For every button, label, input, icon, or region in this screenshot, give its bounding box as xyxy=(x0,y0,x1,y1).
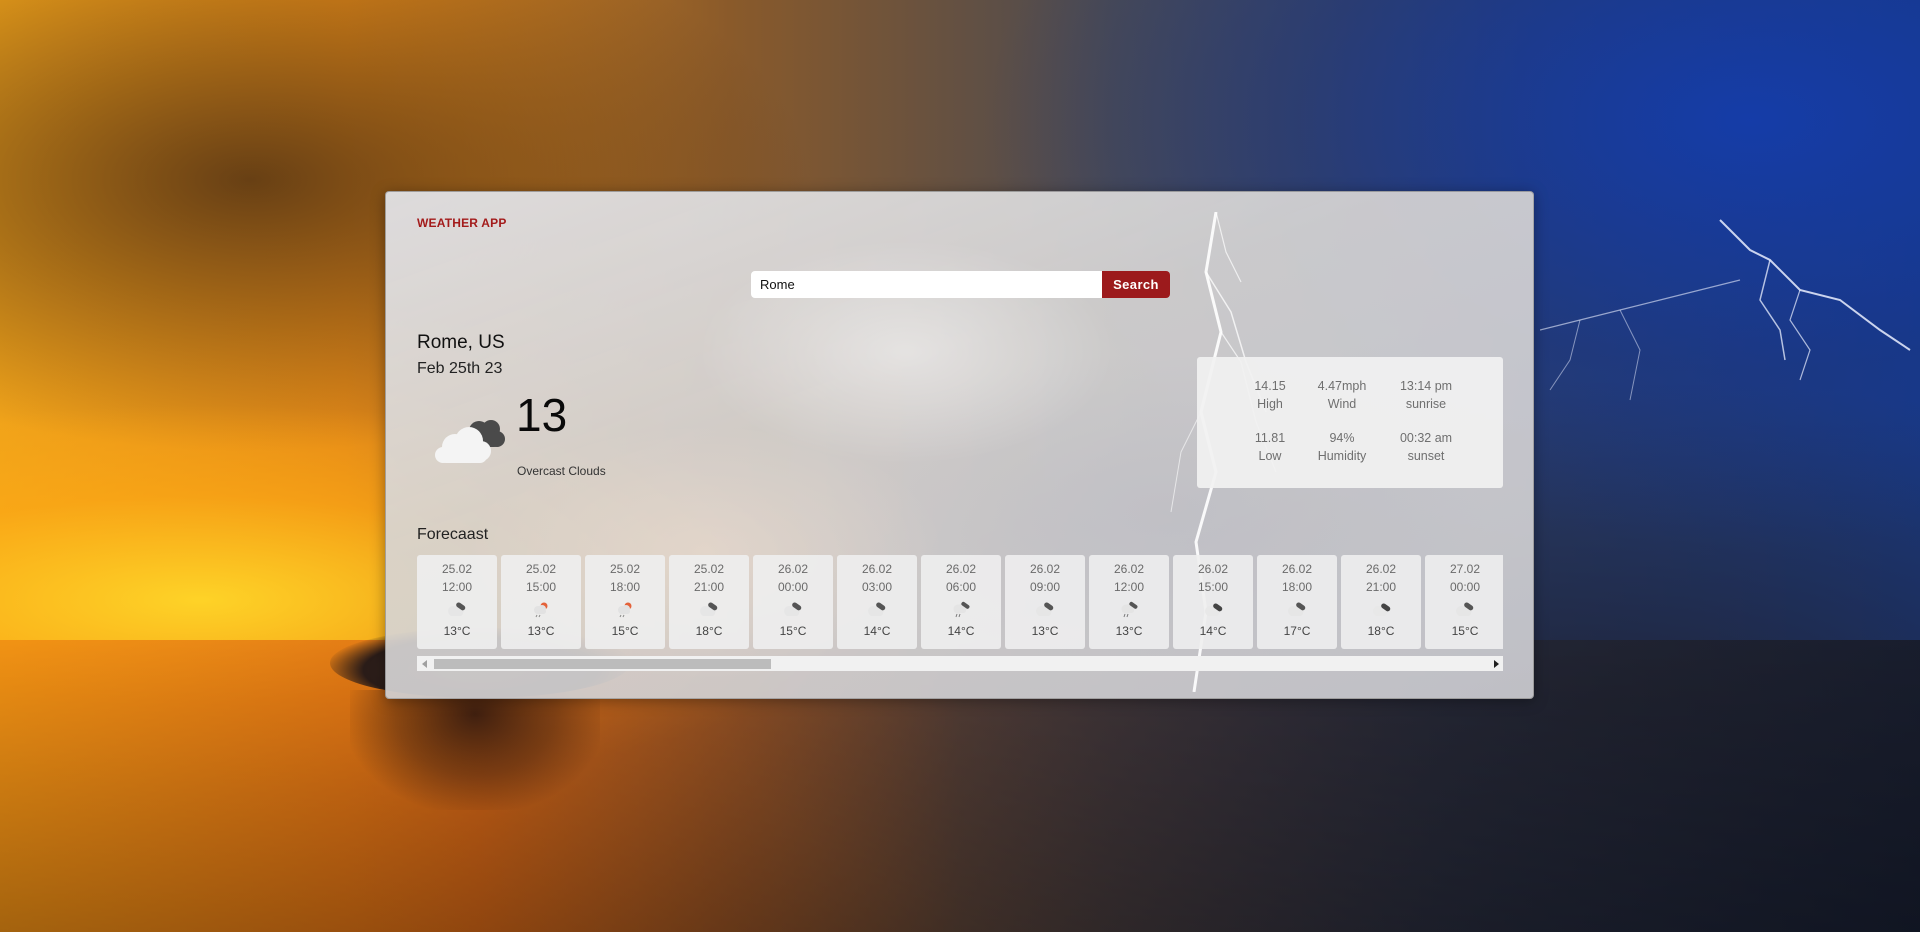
forecast-item: 26.02 09:00 13°C xyxy=(1005,555,1085,649)
app-title: WEATHER APP xyxy=(417,216,507,230)
forecast-time: 21:00 xyxy=(1365,580,1397,594)
forecast-time: 12:00 xyxy=(1113,580,1145,594)
forecast-title: Forecaast xyxy=(417,526,489,543)
forecast-item: 26.02 03:00 14°C xyxy=(837,555,917,649)
forecast-time: 15:00 xyxy=(525,580,557,594)
forecast-scrollbar[interactable] xyxy=(417,656,1503,671)
forecast-date: 26.02 xyxy=(861,562,893,576)
search-input[interactable] xyxy=(751,271,1102,298)
broken-clouds-icon xyxy=(781,600,805,618)
forecast-date: 26.02 xyxy=(777,562,809,576)
forecast-time: 18:00 xyxy=(1281,580,1313,594)
forecast-temperature: 13°C xyxy=(443,624,471,638)
forecast-temperature: 13°C xyxy=(1031,624,1059,638)
forecast-temperature: 18°C xyxy=(1367,624,1395,638)
current-date: Feb 25th 23 xyxy=(417,360,503,377)
detail-low: 11.81 Low xyxy=(1254,431,1286,463)
broken-clouds-icon xyxy=(697,600,721,618)
forecast-temperature: 17°C xyxy=(1283,624,1311,638)
forecast-item: 26.02 00:00 15°C xyxy=(753,555,833,649)
weather-card: WEATHER APP Search Rome, US Feb 25th 23 … xyxy=(385,191,1534,699)
detail-humidity: 94% Humidity xyxy=(1317,431,1367,463)
forecast-date: 27.02 xyxy=(1449,562,1481,576)
detail-sunrise: 13:14 pm sunrise xyxy=(1399,379,1453,411)
forecast-time: 12:00 xyxy=(441,580,473,594)
forecast-time: 09:00 xyxy=(1029,580,1061,594)
forecast-time: 15:00 xyxy=(1197,580,1229,594)
light-rain-icon xyxy=(613,600,637,618)
forecast-date: 25.02 xyxy=(693,562,725,576)
forecast-temperature: 14°C xyxy=(947,624,975,638)
forecast-time: 03:00 xyxy=(861,580,893,594)
forecast-date: 25.02 xyxy=(525,562,557,576)
forecast-item: 27.02 00:00 15°C xyxy=(1425,555,1503,649)
island-reflection xyxy=(350,690,600,810)
forecast-date: 26.02 xyxy=(1281,562,1313,576)
broken-clouds-icon xyxy=(1453,600,1477,618)
current-temperature: 13 xyxy=(516,389,568,441)
forecast-item: 26.02 06:00 14°C xyxy=(921,555,1001,649)
forecast-temperature: 15°C xyxy=(1451,624,1479,638)
forecast-item: 26.02 15:00 14°C xyxy=(1173,555,1253,649)
broken-clouds-icon xyxy=(865,600,889,618)
forecast-temperature: 15°C xyxy=(779,624,807,638)
forecast-item: 26.02 18:00 17°C xyxy=(1257,555,1337,649)
forecast-item: 25.02 12:00 13°C xyxy=(417,555,497,649)
detail-wind: 4.47mph Wind xyxy=(1317,379,1367,411)
broken-clouds-icon xyxy=(1033,600,1057,618)
forecast-date: 26.02 xyxy=(1113,562,1145,576)
current-condition: Overcast Clouds xyxy=(517,464,606,478)
broken-clouds-icon xyxy=(1285,600,1309,618)
forecast-item: 26.02 21:00 18°C xyxy=(1341,555,1421,649)
broken-clouds-icon xyxy=(445,600,469,618)
overcast-clouds-icon xyxy=(435,420,505,463)
search-button[interactable]: Search xyxy=(1102,271,1170,298)
forecast-temperature: 14°C xyxy=(863,624,891,638)
forecast-temperature: 18°C xyxy=(695,624,723,638)
forecast-list[interactable]: 25.02 12:00 13°C 25.02 15:00 13°C 25.02 18:00 15… xyxy=(417,555,1503,651)
scroll-left-arrow-icon[interactable] xyxy=(417,656,432,671)
forecast-date: 26.02 xyxy=(1197,562,1229,576)
detail-high: 14.15 High xyxy=(1254,379,1286,411)
rain-icon xyxy=(949,600,973,618)
scroll-thumb[interactable] xyxy=(434,659,771,669)
forecast-time: 00:00 xyxy=(1449,580,1481,594)
overcast-clouds-icon xyxy=(1201,600,1225,618)
forecast-item: 26.02 12:00 13°C xyxy=(1089,555,1169,649)
forecast-temperature: 13°C xyxy=(527,624,555,638)
forecast-item: 25.02 21:00 18°C xyxy=(669,555,749,649)
detail-sunset: 00:32 am sunset xyxy=(1399,431,1453,463)
forecast-time: 21:00 xyxy=(693,580,725,594)
forecast-date: 25.02 xyxy=(609,562,641,576)
forecast-item: 25.02 18:00 15°C xyxy=(585,555,665,649)
forecast-temperature: 15°C xyxy=(611,624,639,638)
scroll-right-arrow-icon[interactable] xyxy=(1488,656,1503,671)
forecast-date: 26.02 xyxy=(1365,562,1397,576)
forecast-temperature: 13°C xyxy=(1115,624,1143,638)
forecast-time: 06:00 xyxy=(945,580,977,594)
forecast-time: 00:00 xyxy=(777,580,809,594)
overcast-clouds-icon xyxy=(1369,600,1393,618)
forecast-date: 25.02 xyxy=(441,562,473,576)
forecast-temperature: 14°C xyxy=(1199,624,1227,638)
details-panel: 14.15 High 4.47mph Wind 13:14 pm sunrise… xyxy=(1197,357,1503,488)
forecast-time: 18:00 xyxy=(609,580,641,594)
light-rain-icon xyxy=(529,600,553,618)
forecast-item: 25.02 15:00 13°C xyxy=(501,555,581,649)
location-name: Rome, US xyxy=(417,332,505,353)
lightning-bolt xyxy=(1540,219,1911,401)
forecast-date: 26.02 xyxy=(945,562,977,576)
rain-icon xyxy=(1117,600,1141,618)
forecast-date: 26.02 xyxy=(1029,562,1061,576)
